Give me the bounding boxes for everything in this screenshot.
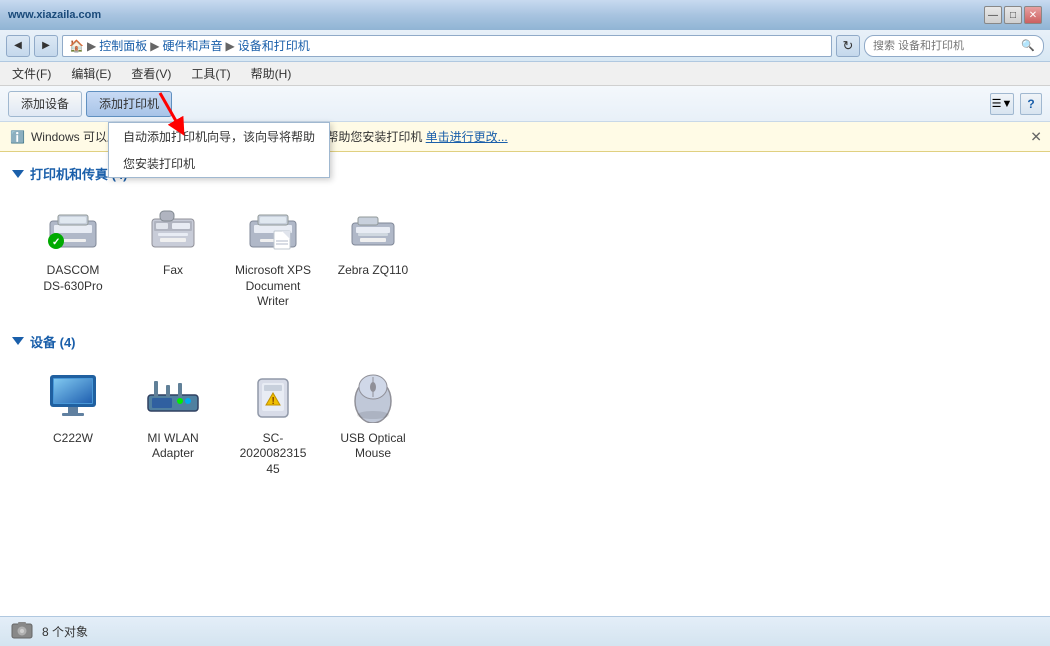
status-bar-count: 8 个对象 <box>42 623 88 640</box>
monitor-label: C222W <box>53 431 93 447</box>
menu-edit[interactable]: 编辑(E) <box>67 63 115 84</box>
menu-bar: 文件(F) 编辑(E) 查看(V) 工具(T) 帮助(H) <box>0 62 1050 86</box>
address-bar: ◀ ▶ 🏠 ▶ 控制面板 ▶ 硬件和声音 ▶ 设备和打印机 ↻ 🔍 <box>0 30 1050 62</box>
view-dropdown-icon: ▼ <box>1001 98 1012 110</box>
notification-icon: ℹ️ <box>10 130 25 144</box>
section-triangle-printers <box>12 170 24 178</box>
breadcrumb-controlpanel[interactable]: 控制面板 <box>99 37 147 54</box>
main-content: 打印机和传真 (4) ✓ <box>0 152 1050 616</box>
tooltip-item-1[interactable]: 自动添加打印机向导，该向导将帮助 <box>109 123 329 150</box>
sc-device-icon: ! <box>243 367 303 427</box>
add-printer-button[interactable]: 添加打印机 <box>86 91 172 117</box>
breadcrumb-devices[interactable]: 设备和打印机 <box>238 37 310 54</box>
svg-text:!: ! <box>272 396 275 407</box>
menu-view[interactable]: 查看(V) <box>127 63 175 84</box>
list-item[interactable]: C222W <box>28 361 118 484</box>
xps-label: Microsoft XPSDocumentWriter <box>235 263 311 310</box>
mouse-icon <box>343 367 403 427</box>
refresh-button[interactable]: ↻ <box>836 35 860 57</box>
maximize-button[interactable]: □ <box>1004 6 1022 24</box>
list-item[interactable]: Zebra ZQ110 <box>328 193 418 316</box>
tooltip-item-2[interactable]: 您安装打印机 <box>109 150 329 177</box>
menu-file[interactable]: 文件(F) <box>8 63 55 84</box>
status-bar-icon <box>10 618 34 645</box>
section-triangle-devices <box>12 337 24 345</box>
menu-help[interactable]: 帮助(H) <box>247 63 296 84</box>
printers-grid: ✓ DASCOMDS-630Pro <box>28 193 1038 316</box>
search-box: 🔍 <box>864 35 1044 57</box>
content-area: 打印机和传真 (4) ✓ <box>0 152 1050 616</box>
breadcrumb-icon: 🏠 <box>69 39 84 53</box>
address-path[interactable]: 🏠 ▶ 控制面板 ▶ 硬件和声音 ▶ 设备和打印机 <box>62 35 832 57</box>
forward-button[interactable]: ▶ <box>34 35 58 57</box>
list-item[interactable]: USB OpticalMouse <box>328 361 418 484</box>
notification-link[interactable]: 单击进行更改... <box>426 130 508 144</box>
dascom-icon: ✓ <box>43 199 103 259</box>
list-item[interactable]: Fax <box>128 193 218 316</box>
minimize-button[interactable]: — <box>984 6 1002 24</box>
devices-section-label: 设备 (4) <box>30 332 76 351</box>
back-button[interactable]: ◀ <box>6 35 30 57</box>
search-icon[interactable]: 🔍 <box>1021 39 1035 52</box>
mouse-label: USB OpticalMouse <box>340 431 405 462</box>
monitor-icon <box>43 367 103 427</box>
dascom-label: DASCOMDS-630Pro <box>43 263 102 294</box>
list-item[interactable]: ✓ DASCOMDS-630Pro <box>28 193 118 316</box>
svg-text:✓: ✓ <box>52 237 60 248</box>
list-item[interactable]: MI WLANAdapter <box>128 361 218 484</box>
title-bar-controls: — □ ✕ <box>984 6 1042 24</box>
title-bar-left: www.xiazaila.com <box>8 9 101 21</box>
fax-icon <box>143 199 203 259</box>
add-device-button[interactable]: 添加设备 <box>8 91 82 117</box>
devices-section-header: 设备 (4) <box>12 332 1038 351</box>
website-logo: www.xiazaila.com <box>8 9 101 21</box>
toolbar-right: ☰ ▼ ? <box>990 93 1042 115</box>
title-bar: www.xiazaila.com — □ ✕ <box>0 0 1050 30</box>
list-item[interactable]: ! SC-202008231545 <box>228 361 318 484</box>
list-item[interactable]: Microsoft XPSDocumentWriter <box>228 193 318 316</box>
devices-grid: C222W <box>28 361 1038 484</box>
notification-close-button[interactable]: ✕ <box>1030 128 1042 145</box>
fax-label: Fax <box>163 263 183 279</box>
zebra-label: Zebra ZQ110 <box>338 263 408 279</box>
sc-device-label: SC-202008231545 <box>232 431 314 478</box>
menu-tools[interactable]: 工具(T) <box>187 63 234 84</box>
router-label: MI WLANAdapter <box>147 431 198 462</box>
router-icon <box>143 367 203 427</box>
view-icon: ☰ <box>992 97 1002 110</box>
search-input[interactable] <box>873 40 1017 52</box>
close-button[interactable]: ✕ <box>1024 6 1042 24</box>
help-button[interactable]: ? <box>1020 93 1042 115</box>
zebra-icon <box>343 199 403 259</box>
toolbar: 添加设备 添加打印机 ☰ ▼ ? 自动添加打印机向导，该向导将帮助 您安装打印机 <box>0 86 1050 122</box>
view-options-button[interactable]: ☰ ▼ <box>990 93 1014 115</box>
tooltip-menu: 自动添加打印机向导，该向导将帮助 您安装打印机 <box>108 122 330 178</box>
xps-icon <box>243 199 303 259</box>
breadcrumb-hardware[interactable]: 硬件和声音 <box>162 37 222 54</box>
